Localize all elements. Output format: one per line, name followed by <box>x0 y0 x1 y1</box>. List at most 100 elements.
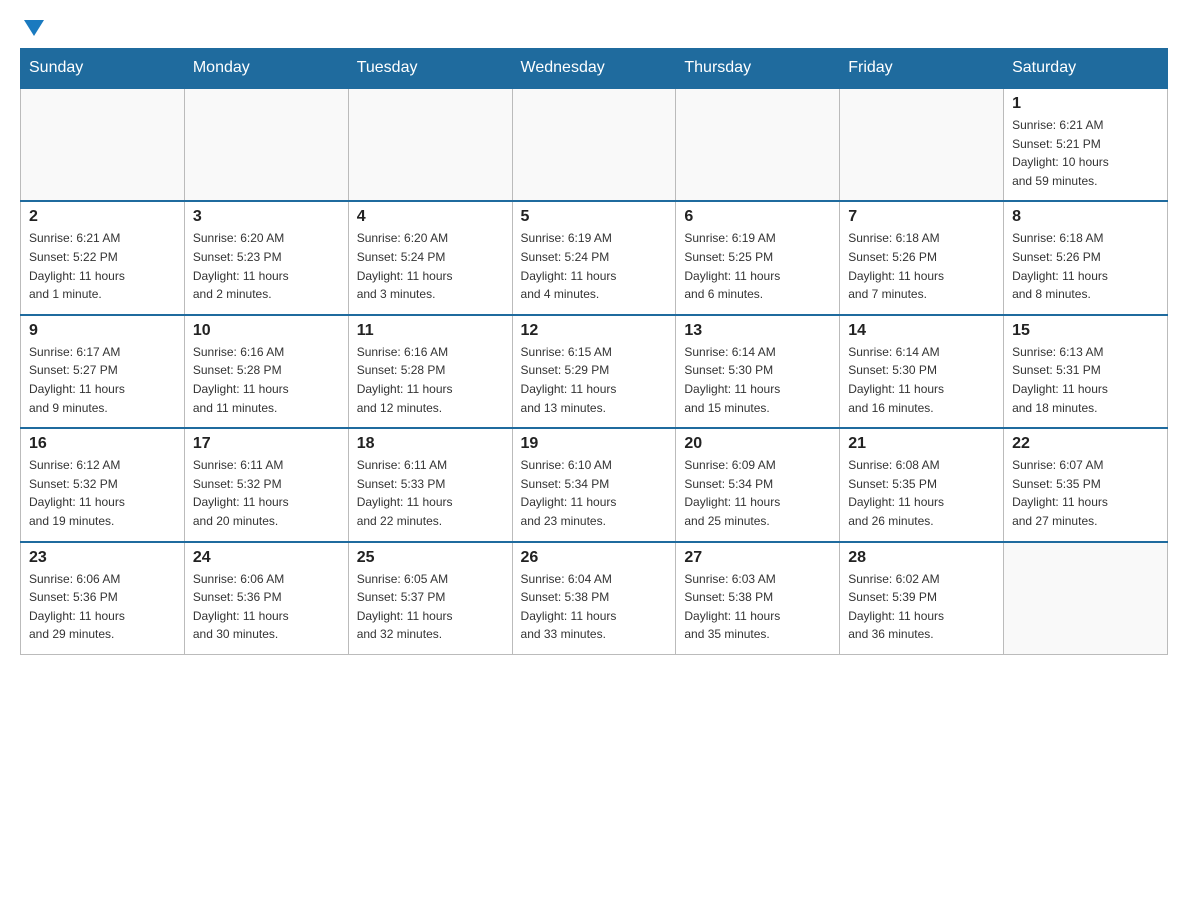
day-info: Sunrise: 6:18 AM Sunset: 5:26 PM Dayligh… <box>1012 229 1159 303</box>
day-info: Sunrise: 6:20 AM Sunset: 5:24 PM Dayligh… <box>357 229 504 303</box>
day-info: Sunrise: 6:07 AM Sunset: 5:35 PM Dayligh… <box>1012 456 1159 530</box>
week-row-2: 2 Sunrise: 6:21 AM Sunset: 5:22 PM Daylig… <box>21 201 1168 314</box>
header-tuesday: Tuesday <box>348 49 512 89</box>
day-number: 27 <box>684 549 831 567</box>
calendar-cell-0-5 <box>840 88 1004 201</box>
calendar-cell-2-3: 12 Sunrise: 6:15 AM Sunset: 5:29 PM Dayli… <box>512 315 676 428</box>
logo <box>20 20 44 32</box>
day-info: Sunrise: 6:17 AM Sunset: 5:27 PM Dayligh… <box>29 343 176 417</box>
calendar-cell-1-5: 7Sunrise: 6:18 AM Sunset: 5:26 PM Daylig… <box>840 201 1004 314</box>
day-info: Sunrise: 6:21 AM Sunset: 5:21 PM Dayligh… <box>1012 116 1159 190</box>
day-number: 3 <box>193 208 340 226</box>
day-info: Sunrise: 6:06 AM Sunset: 5:36 PM Dayligh… <box>29 570 176 644</box>
day-number: 22 <box>1012 435 1159 453</box>
day-info: Sunrise: 6:15 AM Sunset: 5:29 PM Dayligh… <box>521 343 668 417</box>
day-info: Sunrise: 6:14 AM Sunset: 5:30 PM Dayligh… <box>848 343 995 417</box>
calendar-cell-3-6: 22 Sunrise: 6:07 AM Sunset: 5:35 PM Dayli… <box>1004 428 1168 541</box>
day-number: 1 <box>1012 95 1159 113</box>
day-info: Sunrise: 6:16 AM Sunset: 5:28 PM Dayligh… <box>193 343 340 417</box>
calendar-cell-1-0: 2 Sunrise: 6:21 AM Sunset: 5:22 PM Daylig… <box>21 201 185 314</box>
calendar-cell-4-6 <box>1004 542 1168 655</box>
weekday-header-row: Sunday Monday Tuesday Wednesday Thursday… <box>21 49 1168 89</box>
day-number: 12 <box>521 322 668 340</box>
calendar-cell-4-1: 24 Sunrise: 6:06 AM Sunset: 5:36 PM Dayli… <box>184 542 348 655</box>
calendar-cell-0-6: 1 Sunrise: 6:21 AM Sunset: 5:21 PM Daylig… <box>1004 88 1168 201</box>
day-info: Sunrise: 6:02 AM Sunset: 5:39 PM Dayligh… <box>848 570 995 644</box>
calendar-cell-4-4: 27 Sunrise: 6:03 AM Sunset: 5:38 PM Dayli… <box>676 542 840 655</box>
header-wednesday: Wednesday <box>512 49 676 89</box>
calendar-cell-2-6: 15 Sunrise: 6:13 AM Sunset: 5:31 PM Dayli… <box>1004 315 1168 428</box>
page-header <box>20 20 1168 32</box>
calendar-cell-2-1: 10 Sunrise: 6:16 AM Sunset: 5:28 PM Dayli… <box>184 315 348 428</box>
calendar-cell-3-1: 17 Sunrise: 6:11 AM Sunset: 5:32 PM Dayli… <box>184 428 348 541</box>
calendar-cell-3-5: 21Sunrise: 6:08 AM Sunset: 5:35 PM Dayli… <box>840 428 1004 541</box>
day-number: 6 <box>684 208 831 226</box>
calendar-cell-0-1 <box>184 88 348 201</box>
header-monday: Monday <box>184 49 348 89</box>
calendar-cell-1-1: 3 Sunrise: 6:20 AM Sunset: 5:23 PM Daylig… <box>184 201 348 314</box>
calendar-cell-3-4: 20 Sunrise: 6:09 AM Sunset: 5:34 PM Dayli… <box>676 428 840 541</box>
day-number: 20 <box>684 435 831 453</box>
header-thursday: Thursday <box>676 49 840 89</box>
day-number: 9 <box>29 322 176 340</box>
day-number: 26 <box>521 549 668 567</box>
day-info: Sunrise: 6:05 AM Sunset: 5:37 PM Dayligh… <box>357 570 504 644</box>
day-info: Sunrise: 6:09 AM Sunset: 5:34 PM Dayligh… <box>684 456 831 530</box>
calendar-cell-4-2: 25 Sunrise: 6:05 AM Sunset: 5:37 PM Dayli… <box>348 542 512 655</box>
day-number: 17 <box>193 435 340 453</box>
day-number: 13 <box>684 322 831 340</box>
logo-triangle-icon <box>24 20 44 36</box>
calendar-cell-0-4 <box>676 88 840 201</box>
calendar-cell-1-6: 8 Sunrise: 6:18 AM Sunset: 5:26 PM Daylig… <box>1004 201 1168 314</box>
day-number: 23 <box>29 549 176 567</box>
day-number: 19 <box>521 435 668 453</box>
day-number: 10 <box>193 322 340 340</box>
day-number: 25 <box>357 549 504 567</box>
day-info: Sunrise: 6:14 AM Sunset: 5:30 PM Dayligh… <box>684 343 831 417</box>
day-info: Sunrise: 6:11 AM Sunset: 5:33 PM Dayligh… <box>357 456 504 530</box>
day-number: 24 <box>193 549 340 567</box>
header-sunday: Sunday <box>21 49 185 89</box>
day-number: 15 <box>1012 322 1159 340</box>
day-info: Sunrise: 6:12 AM Sunset: 5:32 PM Dayligh… <box>29 456 176 530</box>
day-number: 18 <box>357 435 504 453</box>
calendar-table: Sunday Monday Tuesday Wednesday Thursday… <box>20 48 1168 655</box>
day-info: Sunrise: 6:04 AM Sunset: 5:38 PM Dayligh… <box>521 570 668 644</box>
day-info: Sunrise: 6:21 AM Sunset: 5:22 PM Dayligh… <box>29 229 176 303</box>
header-friday: Friday <box>840 49 1004 89</box>
calendar-cell-2-2: 11 Sunrise: 6:16 AM Sunset: 5:28 PM Dayli… <box>348 315 512 428</box>
day-number: 4 <box>357 208 504 226</box>
day-info: Sunrise: 6:06 AM Sunset: 5:36 PM Dayligh… <box>193 570 340 644</box>
calendar-cell-0-3 <box>512 88 676 201</box>
day-info: Sunrise: 6:03 AM Sunset: 5:38 PM Dayligh… <box>684 570 831 644</box>
week-row-5: 23 Sunrise: 6:06 AM Sunset: 5:36 PM Dayli… <box>21 542 1168 655</box>
day-number: 7 <box>848 208 995 226</box>
day-info: Sunrise: 6:11 AM Sunset: 5:32 PM Dayligh… <box>193 456 340 530</box>
day-info: Sunrise: 6:19 AM Sunset: 5:25 PM Dayligh… <box>684 229 831 303</box>
calendar-cell-1-3: 5Sunrise: 6:19 AM Sunset: 5:24 PM Daylig… <box>512 201 676 314</box>
calendar-cell-3-3: 19 Sunrise: 6:10 AM Sunset: 5:34 PM Dayli… <box>512 428 676 541</box>
day-info: Sunrise: 6:16 AM Sunset: 5:28 PM Dayligh… <box>357 343 504 417</box>
week-row-4: 16Sunrise: 6:12 AM Sunset: 5:32 PM Dayli… <box>21 428 1168 541</box>
calendar-cell-2-4: 13 Sunrise: 6:14 AM Sunset: 5:30 PM Dayli… <box>676 315 840 428</box>
day-number: 11 <box>357 322 504 340</box>
calendar-cell-2-5: 14 Sunrise: 6:14 AM Sunset: 5:30 PM Dayli… <box>840 315 1004 428</box>
day-info: Sunrise: 6:20 AM Sunset: 5:23 PM Dayligh… <box>193 229 340 303</box>
week-row-3: 9 Sunrise: 6:17 AM Sunset: 5:27 PM Daylig… <box>21 315 1168 428</box>
calendar-cell-3-0: 16Sunrise: 6:12 AM Sunset: 5:32 PM Dayli… <box>21 428 185 541</box>
week-row-1: 1 Sunrise: 6:21 AM Sunset: 5:21 PM Daylig… <box>21 88 1168 201</box>
day-number: 2 <box>29 208 176 226</box>
day-number: 28 <box>848 549 995 567</box>
calendar-cell-1-2: 4 Sunrise: 6:20 AM Sunset: 5:24 PM Daylig… <box>348 201 512 314</box>
calendar-cell-0-2 <box>348 88 512 201</box>
day-number: 8 <box>1012 208 1159 226</box>
day-number: 5 <box>521 208 668 226</box>
day-info: Sunrise: 6:13 AM Sunset: 5:31 PM Dayligh… <box>1012 343 1159 417</box>
day-info: Sunrise: 6:10 AM Sunset: 5:34 PM Dayligh… <box>521 456 668 530</box>
calendar-cell-1-4: 6 Sunrise: 6:19 AM Sunset: 5:25 PM Daylig… <box>676 201 840 314</box>
calendar-cell-4-5: 28 Sunrise: 6:02 AM Sunset: 5:39 PM Dayli… <box>840 542 1004 655</box>
calendar-cell-3-2: 18 Sunrise: 6:11 AM Sunset: 5:33 PM Dayli… <box>348 428 512 541</box>
day-number: 14 <box>848 322 995 340</box>
calendar-cell-2-0: 9 Sunrise: 6:17 AM Sunset: 5:27 PM Daylig… <box>21 315 185 428</box>
calendar-cell-4-0: 23 Sunrise: 6:06 AM Sunset: 5:36 PM Dayli… <box>21 542 185 655</box>
